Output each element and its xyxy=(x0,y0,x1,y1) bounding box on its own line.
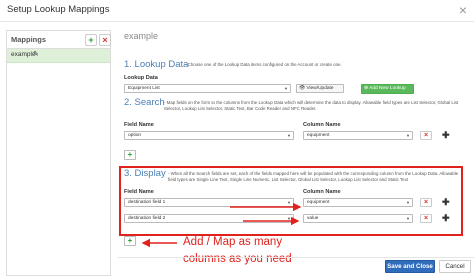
annotation-line-1: Add / Map as many xyxy=(183,236,283,248)
annotation-text: Add / Map as many columns as you need xyxy=(183,234,292,268)
footer-divider xyxy=(118,257,474,258)
annotation-line-2: columns as you need xyxy=(183,253,292,265)
save-and-close-button[interactable]: Save and Close xyxy=(385,260,435,273)
cancel-button[interactable]: Cancel xyxy=(439,260,471,273)
